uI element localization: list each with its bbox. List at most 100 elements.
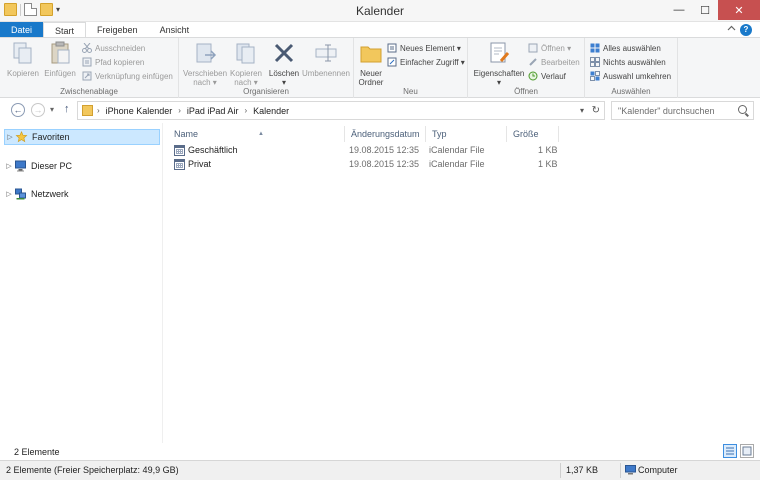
column-header-name[interactable]: Name ▲	[168, 126, 345, 142]
navigation-bar: ← → ▾ ↑ › iPhone Kalender › iPad iPad Ai…	[0, 100, 760, 122]
copy-path-button[interactable]: Pfad kopieren	[82, 57, 144, 67]
column-header-type[interactable]: Typ	[426, 126, 507, 142]
properties-icon	[490, 42, 510, 63]
delete-button[interactable]: Löschen ▾	[267, 41, 301, 87]
new-item-icon	[387, 43, 397, 53]
back-button[interactable]: ←	[11, 103, 25, 117]
copy-button[interactable]: Kopieren	[6, 41, 40, 78]
file-type: iCalendar File	[429, 159, 485, 169]
refresh-button[interactable]: ↻	[592, 105, 600, 116]
select-none-button[interactable]: Nichts auswählen	[590, 57, 666, 67]
properties-button[interactable]: Eigenschaften ▾	[472, 41, 526, 87]
details-view-icon	[726, 447, 734, 455]
nav-item-favorites[interactable]: ▷ Favoriten	[4, 129, 160, 145]
close-button[interactable]: ✕	[718, 0, 760, 20]
folder-icon	[4, 3, 17, 16]
star-icon	[15, 131, 28, 143]
forward-button[interactable]: →	[31, 103, 45, 117]
select-all-icon	[590, 43, 600, 53]
scissors-icon	[82, 43, 92, 53]
select-none-icon	[590, 57, 600, 67]
paste-button[interactable]: Einfügen	[42, 41, 78, 78]
tab-start[interactable]: Start	[43, 22, 87, 38]
properties-dropdown-icon[interactable]: ▾	[472, 78, 526, 87]
edit-button[interactable]: Bearbeiten	[528, 57, 580, 67]
calendar-file-icon	[174, 145, 185, 156]
move-to-button[interactable]: Verschieben nach ▾	[183, 41, 227, 87]
shortcut-icon	[82, 71, 92, 81]
file-name: Geschäftlich	[188, 145, 238, 155]
history-button[interactable]: Verlauf	[528, 71, 566, 81]
search-placeholder: "Kalender" durchsuchen	[618, 106, 715, 116]
group-label-select: Auswählen	[611, 87, 651, 96]
network-icon	[15, 188, 26, 200]
delete-dropdown-icon[interactable]: ▾	[267, 78, 301, 87]
up-button[interactable]: ↑	[64, 103, 70, 115]
large-icons-view-button[interactable]	[740, 444, 754, 458]
folder-icon	[82, 105, 93, 116]
recent-locations-icon[interactable]: ▾	[50, 105, 54, 114]
tab-view[interactable]: Ansicht	[149, 22, 201, 38]
new-folder-icon[interactable]	[40, 3, 53, 16]
details-view-button[interactable]	[723, 444, 737, 458]
breadcrumb-kalender[interactable]: Kalender	[253, 106, 289, 116]
address-dropdown-icon[interactable]: ▾	[580, 106, 584, 115]
large-icons-view-icon	[742, 446, 752, 456]
expand-icon[interactable]: ▷	[4, 190, 14, 198]
qat-separator	[20, 3, 21, 16]
open-icon	[528, 43, 538, 53]
group-clipboard: Kopieren Einfügen Ausschneiden Pfad kopi…	[0, 38, 179, 98]
tab-share[interactable]: Freigeben	[86, 22, 149, 38]
chevron-up-icon[interactable]	[727, 24, 736, 33]
group-label-open: Öffnen	[514, 87, 538, 96]
maximize-button[interactable]: ☐	[692, 0, 718, 20]
file-date: 19.08.2015 12:35	[349, 145, 420, 155]
window-controls: — ☐ ✕	[666, 0, 760, 20]
paste-shortcut-button[interactable]: Verknüpfung einfügen	[82, 71, 173, 81]
rename-button[interactable]: Umbenennen	[301, 41, 351, 78]
breadcrumb-ipad-air[interactable]: iPad iPad Air	[187, 106, 239, 116]
search-icon	[738, 105, 747, 114]
move-to-icon	[196, 43, 217, 63]
item-count-bar: 2 Elemente	[0, 443, 760, 460]
help-icon[interactable]: ?	[740, 24, 752, 36]
open-button[interactable]: Öffnen ▾	[528, 43, 571, 53]
item-count: 2 Elemente	[14, 447, 60, 457]
easy-access-button[interactable]: Einfacher Zugriff ▾	[387, 57, 465, 67]
status-bar: 2 Elemente (Freier Speicherplatz: 49,9 G…	[0, 460, 760, 480]
invert-selection-button[interactable]: Auswahl umkehren	[590, 71, 671, 81]
group-open: Eigenschaften ▾ Öffnen ▾ Bearbeiten Verl…	[468, 38, 585, 98]
column-header-size[interactable]: Größe	[507, 126, 559, 142]
copy-to-button[interactable]: Kopieren nach ▾	[227, 41, 265, 87]
cut-button[interactable]: Ausschneiden	[82, 43, 145, 53]
file-name: Privat	[188, 159, 212, 169]
search-input[interactable]: "Kalender" durchsuchen	[611, 101, 754, 120]
status-divider	[620, 463, 621, 478]
expand-icon[interactable]: ▷	[4, 162, 14, 170]
expand-icon[interactable]: ▷	[5, 133, 15, 141]
new-item-button[interactable]: Neues Element ▾	[387, 43, 461, 53]
window-title: Kalender	[355, 4, 405, 18]
group-label-clipboard: Zwischenablage	[60, 87, 118, 96]
address-bar[interactable]: › iPhone Kalender › iPad iPad Air › Kale…	[77, 101, 605, 120]
qat-dropdown-icon[interactable]: ▾	[56, 5, 60, 14]
quick-access-toolbar: ▾	[4, 3, 60, 16]
group-label-organize: Organisieren	[243, 87, 289, 96]
select-all-button[interactable]: Alles auswählen	[590, 43, 661, 53]
properties-icon[interactable]	[24, 3, 37, 16]
column-header-date[interactable]: Änderungsdatum	[345, 126, 426, 142]
ribbon-tabs: Datei Start Freigeben Ansicht ?	[0, 22, 760, 38]
minimize-button[interactable]: —	[666, 0, 692, 20]
tab-file[interactable]: Datei	[0, 22, 44, 38]
new-folder-button[interactable]: Neuer Ordner	[356, 41, 386, 87]
nav-item-network[interactable]: ▷ Netzwerk	[4, 186, 160, 202]
status-location: Computer	[638, 465, 678, 475]
breadcrumb-iphone-kalender[interactable]: iPhone Kalender	[106, 106, 173, 116]
copy-path-icon	[82, 57, 92, 67]
crumb-separator-icon[interactable]: ›	[244, 106, 247, 115]
nav-item-this-pc[interactable]: ▷ Dieser PC	[4, 158, 160, 174]
table-row[interactable]: Privat 19.08.2015 12:35 iCalendar File 1…	[170, 158, 570, 172]
table-row[interactable]: Geschäftlich 19.08.2015 12:35 iCalendar …	[170, 144, 570, 158]
paste-icon	[51, 41, 70, 64]
crumb-separator-icon[interactable]: ›	[178, 106, 181, 115]
